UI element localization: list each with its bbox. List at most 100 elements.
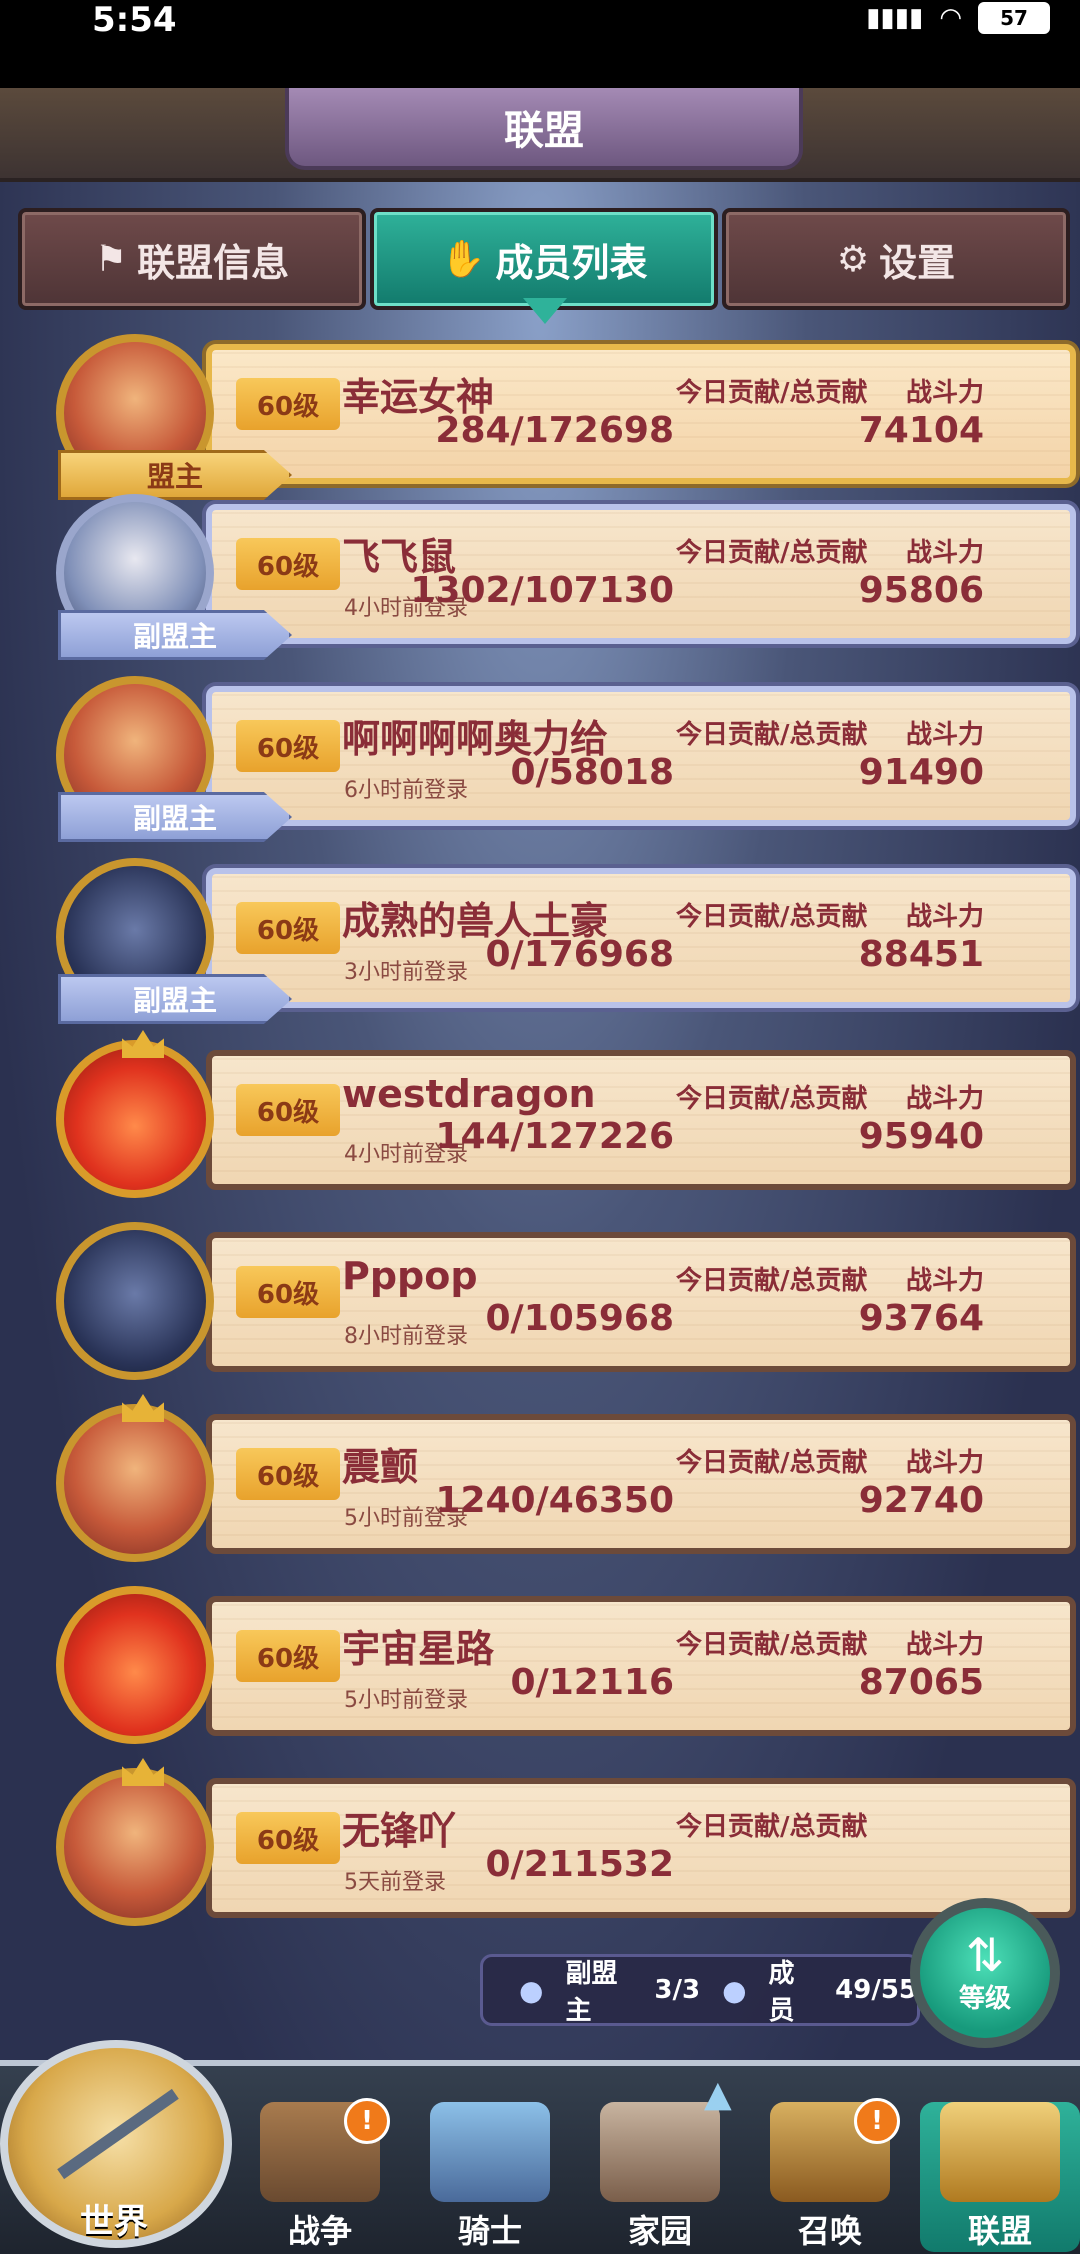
member-row[interactable]: 60级 飞飞鼠 4小时前登录 今日贡献/总贡献 1302/107130 战斗力 …: [56, 494, 1076, 660]
flag-icon: ⚑: [94, 238, 128, 280]
power-value: 95806: [858, 570, 984, 611]
nav-war[interactable]: 战争 !: [240, 2098, 400, 2252]
power-label: 战斗力: [906, 538, 985, 568]
role-ribbon: 盟主: [58, 450, 292, 500]
contribution-value: 1302/107130: [410, 570, 674, 611]
level-badge: 60级: [236, 1630, 340, 1682]
page-title: 联盟: [285, 88, 803, 170]
member-count: 49/55: [835, 1975, 917, 2005]
handshake-icon: ✋: [440, 239, 486, 280]
power-label: 战斗力: [906, 378, 985, 408]
power-value: 93764: [858, 1298, 984, 1339]
power-value: 92740: [858, 1480, 984, 1521]
member-row[interactable]: 60级 无锋吖 5天前登录 今日贡献/总贡献 0/211532: [56, 1758, 1076, 1926]
level-badge: 60级: [236, 1448, 340, 1500]
power-label: 战斗力: [906, 1266, 985, 1296]
last-login: 5小时前登录: [344, 1688, 468, 1713]
battery-icon: 57: [978, 2, 1050, 34]
active-tab-pointer: [523, 298, 567, 324]
contribution-label: 今日贡献/总贡献: [676, 1812, 868, 1842]
avatar[interactable]: [56, 1394, 214, 1562]
tab-label: 设置: [879, 240, 956, 285]
power-label: 战斗力: [906, 720, 985, 750]
last-login: 5天前登录: [344, 1870, 446, 1895]
tab-settings[interactable]: ⚙ 设置: [722, 208, 1070, 310]
world-button[interactable]: 世界: [0, 2040, 232, 2248]
member-row[interactable]: 60级 成熟的兽人土豪 3小时前登录 今日贡献/总贡献 0/176968 战斗力…: [56, 858, 1076, 1024]
member-row[interactable]: 60级 幸运女神 今日贡献/总贡献 284/172698 战斗力 74104 盟…: [56, 334, 1076, 500]
last-login: 6小时前登录: [344, 778, 468, 803]
nav-label: 召唤: [797, 2212, 862, 2250]
power-label: 战斗力: [906, 1084, 985, 1114]
nav-label: 家园: [627, 2212, 692, 2250]
level-badge: 60级: [236, 1812, 340, 1864]
contribution-label: 今日贡献/总贡献: [676, 378, 868, 408]
power-value: 95940: [858, 1116, 984, 1157]
member-row[interactable]: 60级 宇宙星路 5小时前登录 今日贡献/总贡献 0/12116 战斗力 870…: [56, 1586, 1076, 1744]
member-label: 成员: [768, 1959, 795, 2026]
level-badge: 60级: [236, 538, 340, 590]
tab-member-list[interactable]: ✋ 成员列表: [370, 208, 718, 310]
guild-icon: [940, 2102, 1060, 2202]
person-icon: ●: [519, 1973, 544, 2007]
contribution-label: 今日贡献/总贡献: [676, 1084, 868, 1114]
status-icons: ▮▮▮▮ ◠ 57: [866, 2, 1050, 34]
avatar[interactable]: [56, 1586, 214, 1744]
member-name: westdragon: [342, 1072, 596, 1116]
contribution-label: 今日贡献/总贡献: [676, 1448, 868, 1478]
person-icon: ●: [722, 1973, 747, 2007]
knight-icon: [430, 2102, 550, 2202]
nav-guild[interactable]: 联盟: [920, 2102, 1080, 2252]
wifi-icon: ◠: [939, 3, 962, 33]
nav-home[interactable]: 家园: [580, 2102, 740, 2252]
guild-screen: 联盟 ⚑ 联盟信息 ✋ 成员列表 ⚙ 设置 60级 幸运女神 今日贡献/总贡献 …: [0, 88, 1080, 2248]
avatar[interactable]: [56, 1030, 214, 1198]
nav-knights[interactable]: 骑士: [410, 2102, 570, 2252]
sort-icon: ⇅: [965, 1927, 1005, 1982]
nav-label: 联盟: [967, 2212, 1032, 2250]
avatar[interactable]: [56, 1222, 214, 1380]
contribution-label: 今日贡献/总贡献: [676, 1266, 868, 1296]
level-badge: 60级: [236, 378, 340, 430]
contribution-value: 0/58018: [510, 752, 674, 793]
role-ribbon: 副盟主: [58, 610, 292, 660]
tab-guild-info[interactable]: ⚑ 联盟信息: [18, 208, 366, 310]
power-value: 74104: [858, 410, 984, 451]
contribution-label: 今日贡献/总贡献: [676, 1630, 868, 1660]
contribution-value: 284/172698: [435, 410, 674, 451]
power-value: 87065: [858, 1662, 984, 1703]
nav-label: 世界: [80, 2202, 148, 2242]
member-row[interactable]: 60级 westdragon 4小时前登录 今日贡献/总贡献 144/12722…: [56, 1030, 1076, 1198]
house-icon: [600, 2102, 720, 2202]
power-value: 88451: [858, 934, 984, 975]
compass-icon: [57, 2088, 179, 2180]
vice-leader-count: 3/3: [654, 1975, 701, 2005]
last-login: 3小时前登录: [344, 960, 468, 985]
contribution-value: 0/105968: [485, 1298, 675, 1339]
sort-by-level-button[interactable]: ⇅ 等级: [910, 1898, 1060, 2048]
level-badge: 60级: [236, 720, 340, 772]
level-badge: 60级: [236, 1084, 340, 1136]
last-login: 8小时前登录: [344, 1324, 468, 1349]
signal-icon: ▮▮▮▮: [866, 3, 924, 33]
member-row[interactable]: 60级 震颤 5小时前登录 今日贡献/总贡献 1240/46350 战斗力 92…: [56, 1394, 1076, 1562]
power-value: 91490: [858, 752, 984, 793]
contribution-value: 144/127226: [435, 1116, 674, 1157]
member-name: 宇宙星路: [342, 1627, 495, 1671]
contribution-value: 0/12116: [510, 1662, 674, 1703]
tab-label: 成员列表: [495, 240, 648, 285]
crown-icon: [122, 1030, 164, 1058]
contribution-label: 今日贡献/总贡献: [676, 720, 868, 750]
avatar[interactable]: [56, 1758, 214, 1926]
vice-leader-label: 副盟主: [565, 1959, 618, 2026]
member-name: 无锋吖: [342, 1809, 457, 1853]
member-row[interactable]: 60级 Pppop 8小时前登录 今日贡献/总贡献 0/105968 战斗力 9…: [56, 1222, 1076, 1380]
alert-icon: !: [854, 2098, 900, 2144]
power-label: 战斗力: [906, 1630, 985, 1660]
member-summary-bar: ● 副盟主 3/3 ● 成员 49/55: [480, 1954, 920, 2026]
member-row[interactable]: 60级 啊啊啊啊奥力给 6小时前登录 今日贡献/总贡献 0/58018 战斗力 …: [56, 676, 1076, 842]
crown-icon: [122, 1758, 164, 1786]
member-name: 震颤: [342, 1445, 419, 1489]
nav-summon[interactable]: 召唤 !: [750, 2098, 910, 2252]
status-bar: 5:54 ▮▮▮▮ ◠ 57: [0, 0, 1080, 88]
